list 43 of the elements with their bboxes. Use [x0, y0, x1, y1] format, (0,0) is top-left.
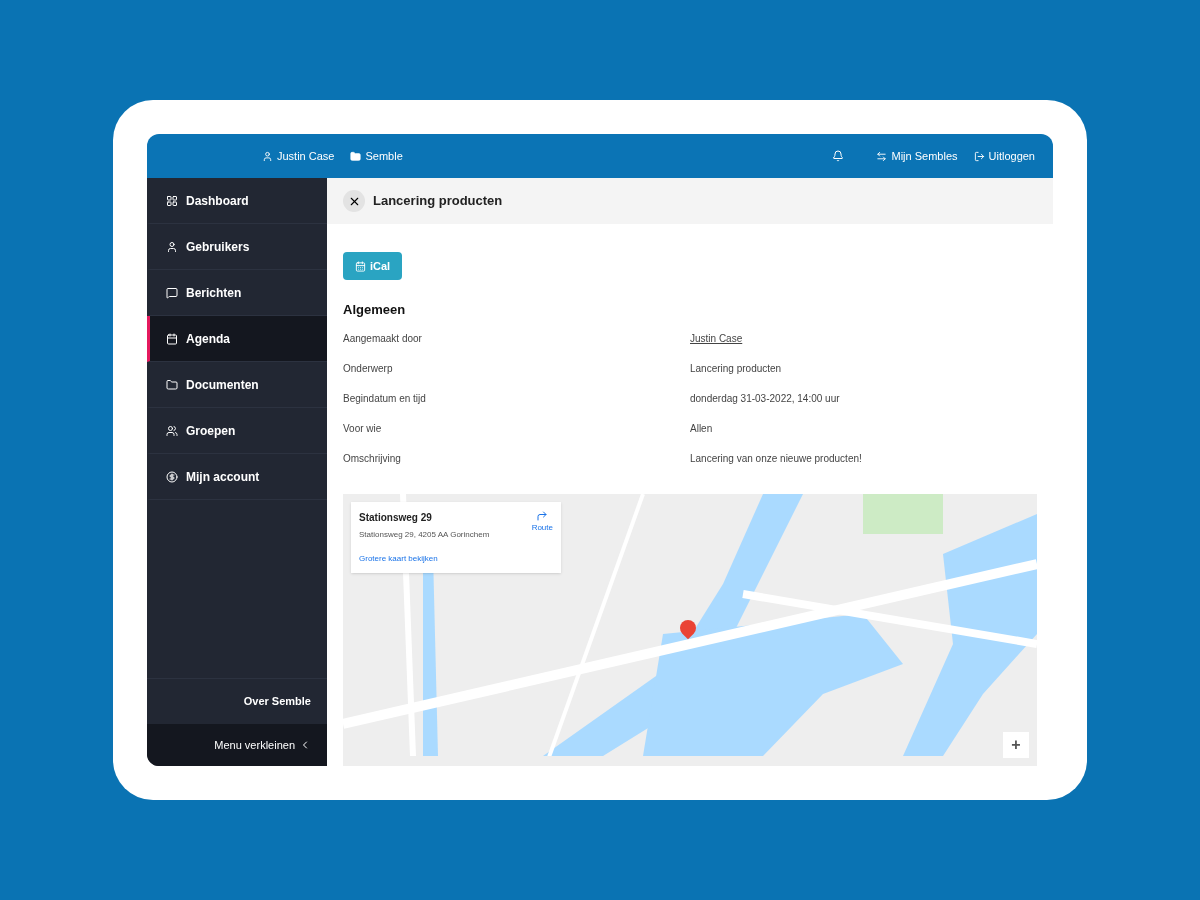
sidebar-item[interactable]: Agenda: [147, 316, 327, 362]
route-link[interactable]: Route: [531, 509, 553, 541]
field-label: Begindatum en tijd: [343, 392, 426, 406]
place-title: Stationsweg 29: [359, 510, 433, 525]
field-label: Omschrijving: [343, 452, 401, 466]
workspace-name[interactable]: Semble: [365, 147, 403, 165]
larger-map-link[interactable]: Grotere kaart bekijken: [359, 552, 438, 565]
place-address: Stationsweg 29, 4205 AA Gorinchem: [359, 528, 490, 541]
logout-icon: [973, 150, 985, 162]
creator-link[interactable]: Justin Case: [690, 331, 743, 346]
calendar-icon: [166, 332, 178, 345]
field-label: Onderwerp: [343, 362, 393, 376]
top-link[interactable]: Mijn Sembles: [876, 147, 958, 165]
field-label: Voor wie: [343, 422, 382, 436]
field-value: Allen: [690, 422, 713, 436]
user-name[interactable]: Justin Case: [277, 147, 335, 165]
about-link[interactable]: Over Semble: [243, 693, 311, 710]
sidebar-item[interactable]: Groepen: [147, 408, 327, 454]
directions-icon: [536, 509, 549, 522]
arrows-icon: [876, 150, 888, 162]
user-icon: [262, 150, 273, 162]
folder-icon: [166, 378, 178, 391]
folder-icon: [350, 150, 362, 162]
panel-title: Lancering producten: [373, 192, 503, 211]
field-label: Aangemaakt door: [343, 332, 422, 346]
calendar-icon: [355, 260, 366, 272]
sidebar-item[interactable]: Documenten: [147, 362, 327, 408]
field-value: Lancering producten: [690, 362, 782, 376]
chat-bubble-icon: [166, 286, 178, 299]
section-title: Algemeen: [343, 301, 406, 319]
sidebar-item[interactable]: Gebruikers: [147, 224, 327, 270]
close-button[interactable]: [343, 190, 365, 212]
collapse-menu-button[interactable]: Menu verkleinen: [147, 724, 327, 766]
bell-icon[interactable]: [832, 150, 845, 162]
top-link[interactable]: Uitloggen: [973, 147, 1035, 165]
zoom-in-button[interactable]: +: [1003, 732, 1029, 758]
user-icon: [166, 240, 178, 253]
coin-icon: [166, 470, 178, 483]
grid-icon: [166, 194, 178, 207]
sidebar-item[interactable]: Mijn account: [147, 454, 327, 500]
people-icon: [166, 424, 178, 437]
field-value: donderdag 31-03-2022, 14:00 uur: [690, 392, 840, 406]
field-value: Lancering van onze nieuwe producten!: [690, 452, 862, 466]
